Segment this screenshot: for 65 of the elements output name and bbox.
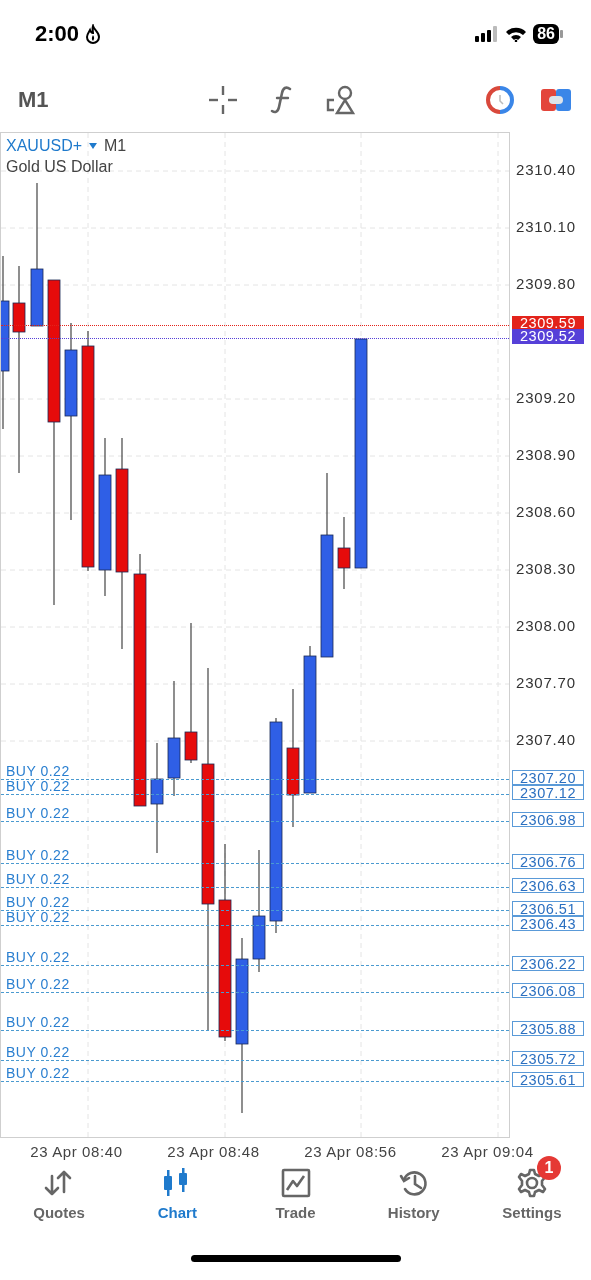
- line-chart-icon[interactable]: [280, 1168, 311, 1198]
- order-price-label: 2306.22: [512, 956, 584, 972]
- settings-icon[interactable]: [516, 1168, 547, 1198]
- clock-time: 2:00: [35, 21, 80, 47]
- order-price-label: 2307.12: [512, 785, 584, 801]
- symbol-description: Gold US Dollar: [6, 158, 114, 176]
- tab-label[interactable]: Trade: [275, 1204, 316, 1221]
- symbol-selector[interactable]: XAUUSD+: [6, 137, 83, 155]
- order-label: BUY 0.22: [6, 1014, 70, 1029]
- wifi-icon: [505, 26, 528, 42]
- order-price-label: 2306.08: [512, 982, 584, 998]
- crosshair-icon[interactable]: [208, 85, 238, 115]
- function-icon[interactable]: [270, 85, 294, 115]
- order-price-label: 2307.20: [512, 770, 584, 785]
- order-price-label: 2306.51: [512, 901, 584, 917]
- one-click-trading-icon[interactable]: [485, 85, 515, 115]
- chart-timeframe: M1: [104, 137, 127, 155]
- order-price-label: 2306.43: [512, 916, 584, 932]
- order-label: BUY 0.22: [6, 895, 70, 910]
- price-label: 2309.52: [512, 329, 584, 345]
- order-label: BUY 0.22: [6, 779, 70, 794]
- price-tick: 2308.30: [516, 560, 576, 578]
- time-tick: 23 Apr 08:48: [166, 1142, 261, 1160]
- trade-toggle-icon[interactable]: [541, 88, 571, 112]
- dropdown-icon[interactable]: [88, 142, 99, 150]
- battery-level: 86: [533, 24, 559, 44]
- notification-badge: 1: [536, 1156, 561, 1180]
- order-label: BUY 0.22: [6, 950, 70, 965]
- price-tick: 2308.60: [516, 503, 576, 521]
- order-label: BUY 0.22: [6, 805, 70, 820]
- time-tick: 23 Apr 08:40: [29, 1142, 124, 1160]
- timeframe-button[interactable]: M1: [18, 87, 208, 113]
- order-price-label: 2305.61: [512, 1072, 584, 1088]
- order-price-label: 2305.72: [512, 1051, 584, 1067]
- order-price-label: 2306.98: [512, 811, 584, 827]
- order-label: BUY 0.22: [6, 910, 70, 925]
- order-label: BUY 0.22: [6, 976, 70, 991]
- price-tick: 2310.40: [516, 161, 576, 179]
- tab-label[interactable]: Chart: [157, 1204, 197, 1221]
- price-tick: 2307.40: [516, 731, 576, 749]
- history-icon[interactable]: [398, 1168, 429, 1198]
- price-tick: 2310.10: [516, 218, 576, 236]
- shapes-icon[interactable]: [326, 85, 356, 115]
- price-tick: 2308.00: [516, 617, 576, 635]
- order-price-label: 2305.88: [512, 1020, 584, 1036]
- order-label: BUY 0.22: [6, 1066, 70, 1081]
- order-label: BUY 0.22: [6, 847, 70, 862]
- time-tick: 23 Apr 09:04: [440, 1142, 535, 1160]
- price-tick: 2309.80: [516, 275, 576, 293]
- signal-icon: [475, 26, 500, 42]
- tab-label[interactable]: Settings: [502, 1204, 562, 1221]
- order-label: BUY 0.22: [6, 872, 70, 887]
- price-tick: 2308.90: [516, 446, 576, 464]
- order-price-label: 2306.76: [512, 853, 584, 869]
- tab-label[interactable]: History: [387, 1204, 440, 1221]
- battery-tip-icon: [560, 30, 563, 38]
- time-tick: 23 Apr 08:56: [303, 1142, 398, 1160]
- flame-icon: [84, 24, 103, 44]
- home-indicator[interactable]: [190, 1254, 401, 1262]
- price-tick: 2307.70: [516, 674, 576, 692]
- price-tick: 2309.20: [516, 389, 576, 407]
- order-label: BUY 0.22: [6, 764, 70, 778]
- order-price-label: 2306.63: [512, 878, 584, 894]
- tab-label[interactable]: Quotes: [33, 1204, 85, 1221]
- order-label: BUY 0.22: [6, 1045, 70, 1060]
